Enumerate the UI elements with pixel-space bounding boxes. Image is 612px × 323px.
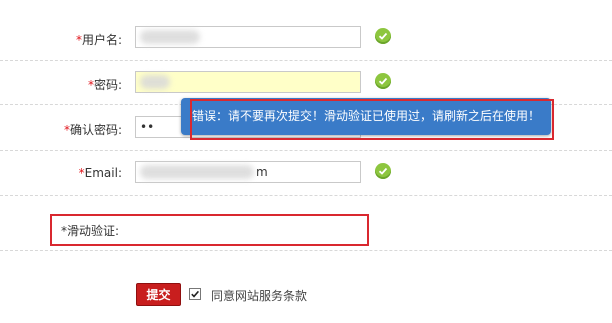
row-divider	[0, 150, 612, 151]
slider-captcha-label: *滑动验证:	[61, 222, 119, 239]
password-valid-icon	[375, 73, 391, 89]
confirm-password-label-text: 确认密码:	[69, 123, 122, 137]
email-label: *Email:	[79, 166, 122, 180]
password-label-text: 密码:	[93, 78, 122, 92]
email-valid-icon	[375, 163, 391, 179]
username-redacted	[140, 30, 200, 44]
email-value-end: m	[256, 165, 268, 179]
row-divider	[0, 195, 612, 196]
password-label: *密码:	[88, 76, 122, 93]
password-redacted	[140, 75, 170, 89]
email-redacted	[140, 165, 254, 179]
agree-terms-label[interactable]: 同意网站服务条款	[211, 287, 307, 304]
confirm-password-label: *确认密码:	[64, 121, 122, 138]
submit-button[interactable]: 提交	[136, 283, 181, 306]
slider-captcha-label-text: 滑动验证:	[67, 224, 120, 238]
checkmark-icon	[191, 290, 200, 298]
agree-checkbox[interactable]	[189, 288, 201, 300]
email-label-text: Email:	[84, 166, 122, 180]
error-highlight	[190, 99, 554, 140]
row-divider	[0, 250, 612, 251]
username-label-text: 用户名:	[81, 33, 122, 47]
username-valid-icon	[375, 28, 391, 44]
row-divider	[0, 60, 612, 61]
username-label: *用户名:	[76, 31, 122, 48]
